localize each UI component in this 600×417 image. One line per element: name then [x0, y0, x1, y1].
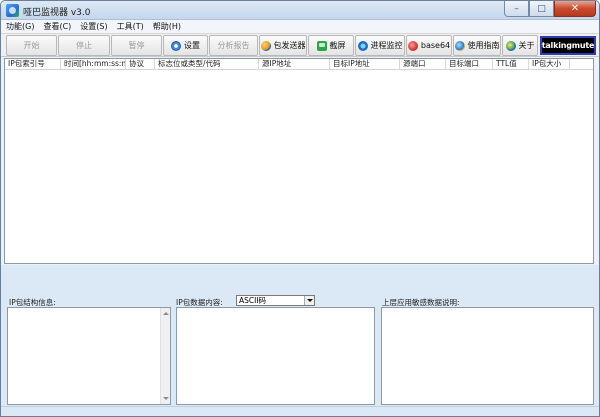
bottom-area: IP包结构信息: IP包数据内容: ASCII码 上层应用敏感数据说明:: [1, 265, 599, 415]
close-button[interactable]: ✕: [554, 1, 596, 17]
menu-help[interactable]: 帮助(H): [153, 21, 181, 32]
pause-button[interactable]: 暂停: [111, 35, 162, 56]
process-monitor-icon: [357, 40, 368, 51]
encoding-select-value: ASCII码: [239, 296, 267, 305]
screenshot-icon: [316, 40, 327, 51]
column-header-ttl[interactable]: TTL值: [493, 59, 529, 70]
column-header-protocol[interactable]: 协议: [126, 59, 155, 70]
stop-label: 停止: [76, 41, 92, 50]
settings-icon: [171, 40, 181, 51]
column-header-flags[interactable]: 标志位或类型/代码: [155, 59, 259, 70]
status-bar: [1, 406, 599, 416]
encoding-select[interactable]: ASCII码: [236, 295, 315, 306]
packet-sender-icon: [260, 40, 271, 51]
process-monitor-label: 进程监控: [370, 41, 403, 50]
menu-tools[interactable]: 工具(T): [117, 21, 144, 32]
column-header-dest-ip[interactable]: 目标IP地址: [330, 59, 400, 70]
packet-list-header: IP包索引号 时间[hh:mm:ss:ms] 协议 标志位或类型/代码 源IP地…: [5, 59, 593, 70]
analysis-report-label: 分析报告: [217, 41, 250, 50]
structure-scrollbar[interactable]: [160, 308, 170, 404]
settings-button[interactable]: 设置: [163, 35, 208, 56]
user-guide-label: 使用指南: [467, 41, 500, 50]
packet-list[interactable]: IP包索引号 时间[hh:mm:ss:ms] 协议 标志位或类型/代码 源IP地…: [4, 58, 594, 264]
about-label: 关于: [518, 41, 535, 50]
menu-settings[interactable]: 设置(S): [80, 21, 107, 32]
packet-sender-label: 包发送器: [273, 41, 306, 50]
column-header-source-ip[interactable]: 源IP地址: [259, 59, 330, 70]
column-header-time[interactable]: 时间[hh:mm:ss:ms]: [61, 59, 126, 70]
column-header-dest-port[interactable]: 目标端口: [446, 59, 493, 70]
menu-function[interactable]: 功能(G): [6, 21, 34, 32]
base64-label: base64: [420, 41, 451, 50]
process-monitor-button[interactable]: 进程监控: [355, 35, 405, 56]
minimize-button[interactable]: –: [504, 1, 529, 17]
sensitive-data-panel[interactable]: [381, 307, 594, 405]
base64-icon: [407, 40, 418, 51]
settings-label: 设置: [184, 41, 200, 50]
app-window: 哑巴监视器 v3.0 – □ ✕ 功能(G) 查看(C) 设置(S) 工具(T)…: [0, 0, 600, 417]
screenshot-label: 截屏: [329, 41, 346, 50]
pause-label: 暂停: [128, 41, 145, 50]
window-controls: – □ ✕: [504, 1, 596, 18]
toolbar: 开始 停止 暂停 设置 分析报告 包发送器 截屏 进程监控 base64 使用指…: [1, 33, 599, 57]
about-button[interactable]: 关于: [502, 35, 538, 56]
packet-sender-button[interactable]: 包发送器: [259, 35, 307, 56]
maximize-button[interactable]: □: [529, 1, 554, 17]
close-icon: ✕: [570, 3, 580, 14]
maximize-icon: □: [537, 3, 546, 14]
column-header-packet-index[interactable]: IP包索引号: [5, 59, 61, 70]
user-guide-icon: [454, 40, 465, 51]
user-guide-button[interactable]: 使用指南: [453, 35, 501, 56]
start-button[interactable]: 开始: [6, 35, 57, 56]
talkingmute-logo[interactable]: talkingmute: [540, 36, 596, 55]
column-header-packet-size[interactable]: IP包大小: [529, 59, 570, 70]
base64-button[interactable]: base64: [406, 35, 452, 56]
column-header-source-port[interactable]: 源端口: [400, 59, 446, 70]
scroll-up-icon[interactable]: [163, 312, 169, 315]
logo-text: talkingmute: [541, 41, 595, 50]
scroll-down-icon[interactable]: [163, 397, 169, 400]
window-title: 哑巴监视器 v3.0: [23, 8, 91, 18]
packet-content-panel[interactable]: [176, 307, 375, 405]
title-bar: 哑巴监视器 v3.0 – □ ✕: [1, 1, 599, 20]
packet-structure-panel[interactable]: [7, 307, 171, 405]
app-logo-icon: [6, 4, 19, 17]
chevron-down-icon[interactable]: [304, 296, 314, 305]
menu-view[interactable]: 查看(C): [43, 21, 71, 32]
screenshot-button[interactable]: 截屏: [308, 35, 354, 56]
stop-button[interactable]: 停止: [58, 35, 110, 56]
start-label: 开始: [23, 41, 40, 50]
analysis-report-button[interactable]: 分析报告: [209, 35, 258, 56]
about-icon: [505, 40, 516, 51]
minimize-icon: –: [514, 3, 519, 14]
menu-bar: 功能(G) 查看(C) 设置(S) 工具(T) 帮助(H): [1, 20, 599, 33]
